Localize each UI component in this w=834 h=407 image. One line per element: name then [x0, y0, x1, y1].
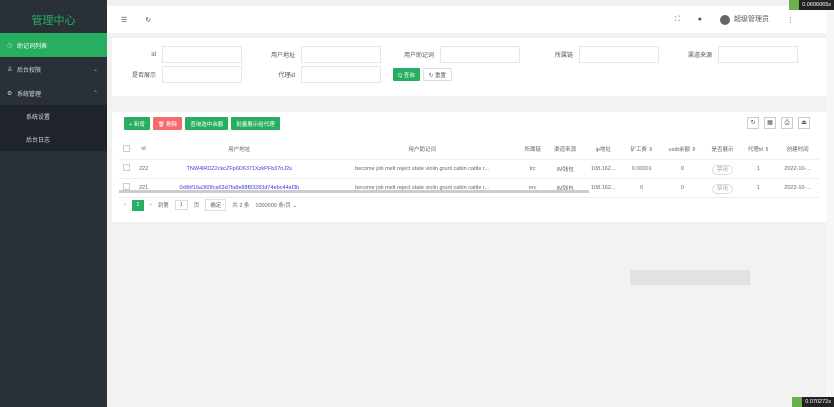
table-cell: 108.162... — [583, 159, 624, 179]
table-cell: trc — [518, 159, 548, 179]
column-header[interactable]: 矿工费 ⇕ — [623, 140, 661, 160]
logo-icon — [789, 0, 800, 10]
table-cell: 222 — [134, 159, 153, 179]
horizontal-scrollbar[interactable] — [119, 190, 589, 193]
table-cell: become job melt reject state violin grun… — [325, 159, 519, 179]
table-row: 222 TNW4iRDZ2ckcZFp6D6371XzkPFb37nJ2s beco… — [119, 159, 819, 179]
table-cell: 0 — [660, 178, 705, 198]
row-checkbox[interactable] — [123, 164, 131, 171]
theme-icon[interactable]: ● — [698, 16, 702, 23]
table-cell: IM钱包 — [547, 178, 584, 198]
column-header[interactable]: 是否展示 — [704, 140, 741, 160]
sidebar-item-admin-permissions[interactable]: ♙ 后台权限 ⌄ — [0, 57, 107, 81]
refresh-icon[interactable]: ↻ — [145, 16, 151, 24]
reset-button[interactable]: ↻ 重置 — [422, 68, 452, 81]
row-checkbox[interactable] — [123, 183, 131, 190]
pagination: ‹ 1 › 到第 1 页 确定 共 2 条 1000000 条/页 ⌄ — [124, 199, 303, 211]
id-input[interactable] — [162, 46, 242, 63]
is-shown-input[interactable] — [162, 66, 242, 83]
avatar — [720, 14, 730, 25]
sidebar-item-system-management[interactable]: ⚙ 系统管理 ⌃ — [0, 81, 107, 105]
mnemonic-input[interactable] — [440, 46, 520, 63]
table-cell: 禁用 — [704, 178, 741, 198]
column-header[interactable]: 创建时间 — [776, 140, 819, 160]
column-header[interactable]: usdt余额 ⇕ — [660, 140, 705, 160]
menu-icon[interactable]: ☰ — [121, 16, 127, 24]
refresh-icon[interactable]: ↻ — [747, 117, 759, 129]
table-cell: IM钱包 — [547, 159, 584, 179]
table-cell: 禁用 — [704, 159, 741, 179]
table-cell: 108.162... — [583, 178, 624, 198]
sidebar: 管理中心 ◷ 助记词列表 ♙ 后台权限 ⌄ ⚙ 系统管理 ⌃ 系统设置 后台日志 — [0, 0, 107, 407]
chevron-up-icon: ⌃ — [92, 90, 98, 97]
add-button[interactable]: + 新增 — [124, 117, 150, 130]
table-cell: 2022-10-... — [776, 159, 819, 179]
user-address-input[interactable] — [301, 46, 381, 63]
sidebar-item-system-settings[interactable]: 系统设置 — [0, 105, 107, 128]
header: ☰ ↻ ⛶ ● 超级管理员 ⋮ — [107, 6, 826, 33]
show-toggle[interactable]: 禁用 — [712, 164, 734, 175]
table-cell: 0 — [660, 159, 705, 179]
search-form: id 用户地址 用户助记词 所属链 渠道来源 是否展示 代理id Q 查询 ↻ … — [112, 38, 826, 96]
batch-show-agent-button[interactable]: 批量展示给代理 — [231, 117, 280, 130]
delete-button[interactable]: 🗑 删除 — [152, 117, 183, 130]
user-icon: ♙ — [7, 66, 13, 73]
logo-icon — [792, 397, 803, 407]
fullscreen-icon[interactable]: ⛶ — [675, 16, 680, 24]
loading-placeholder — [630, 270, 750, 285]
table-card: + 新增 🗑 删除 查询选中余额 批量展示给代理 ↻ ▦ ⎙ ⏏ id 用户地址用… — [112, 112, 826, 222]
column-header[interactable]: ip地址 — [583, 140, 624, 160]
columns-icon[interactable]: ▦ — [764, 117, 776, 129]
table-cell: 1 — [740, 159, 777, 179]
table-cell: 0x8bf16a360fca63d7fa8e88f83283d74ebc44af… — [152, 178, 326, 198]
table-cell: become job melt reject state violin grun… — [325, 178, 519, 198]
channel-input[interactable] — [718, 46, 798, 63]
vertical-scrollbar[interactable] — [826, 0, 834, 407]
query-balance-button[interactable]: 查询选中余额 — [185, 117, 229, 130]
column-header[interactable]: 代理id ⇕ — [740, 140, 777, 160]
column-header[interactable]: 所属链 — [518, 140, 548, 160]
chain-input[interactable] — [579, 46, 659, 63]
sidebar-item-admin-log[interactable]: 后台日志 — [0, 128, 107, 151]
export-icon[interactable]: ⏏ — [798, 117, 810, 129]
prev-page[interactable]: ‹ — [124, 202, 126, 208]
app-title: 管理中心 — [31, 15, 76, 27]
page-input[interactable]: 1 — [174, 200, 188, 210]
print-icon[interactable]: ⎙ — [781, 117, 793, 129]
table-cell: 1 — [740, 178, 777, 198]
table-cell: 0.00001 — [623, 159, 661, 179]
table-row: 221 0x8bf16a360fca63d7fa8e88f83283d74ebc4… — [119, 178, 819, 198]
data-table: id 用户地址 用户助记词 所属链 渠道来源 ip地址 矿工费 ⇕ usdt余额 ⇕ 是否展示代… — [119, 140, 819, 198]
per-page-select[interactable]: 1000000 条/页 ⌄ — [255, 201, 297, 209]
table-cell: erc — [518, 178, 548, 198]
more-icon[interactable]: ⋮ — [787, 16, 794, 24]
select-all-checkbox[interactable] — [123, 144, 131, 152]
table-cell: 2022-10-... — [776, 178, 819, 198]
chevron-down-icon: ⌄ — [92, 66, 98, 73]
agent-id-input[interactable] — [301, 66, 381, 83]
column-header[interactable]: 渠道来源 — [547, 140, 584, 160]
confirm-button[interactable]: 确定 — [205, 199, 227, 211]
table-cell: 0 — [623, 178, 661, 198]
query-button[interactable]: Q 查询 — [393, 68, 420, 81]
clock-icon: ◷ — [7, 42, 13, 49]
column-header[interactable]: 用户助记词 — [325, 140, 519, 160]
column-header[interactable]: 用户地址 — [152, 140, 326, 160]
gear-icon: ⚙ — [7, 90, 13, 97]
timing-badge-top: 0.0606065s — [789, 0, 834, 10]
total-count: 共 2 条 — [232, 203, 250, 209]
table-cell: TNW4iRDZ2ckcZFp6D6371XzkPFb37nJ2s — [152, 159, 326, 179]
page-1[interactable]: 1 — [131, 199, 144, 211]
timing-badge-bottom: 0.070272s — [792, 397, 834, 407]
user-menu[interactable]: 超级管理员 — [720, 14, 769, 25]
sidebar-item-mnemonic-list[interactable]: ◷ 助记词列表 — [0, 33, 107, 57]
next-page[interactable]: › — [150, 202, 152, 208]
table-cell: 221 — [134, 178, 153, 198]
show-toggle[interactable]: 禁用 — [712, 183, 734, 194]
column-header[interactable]: id — [134, 140, 153, 160]
